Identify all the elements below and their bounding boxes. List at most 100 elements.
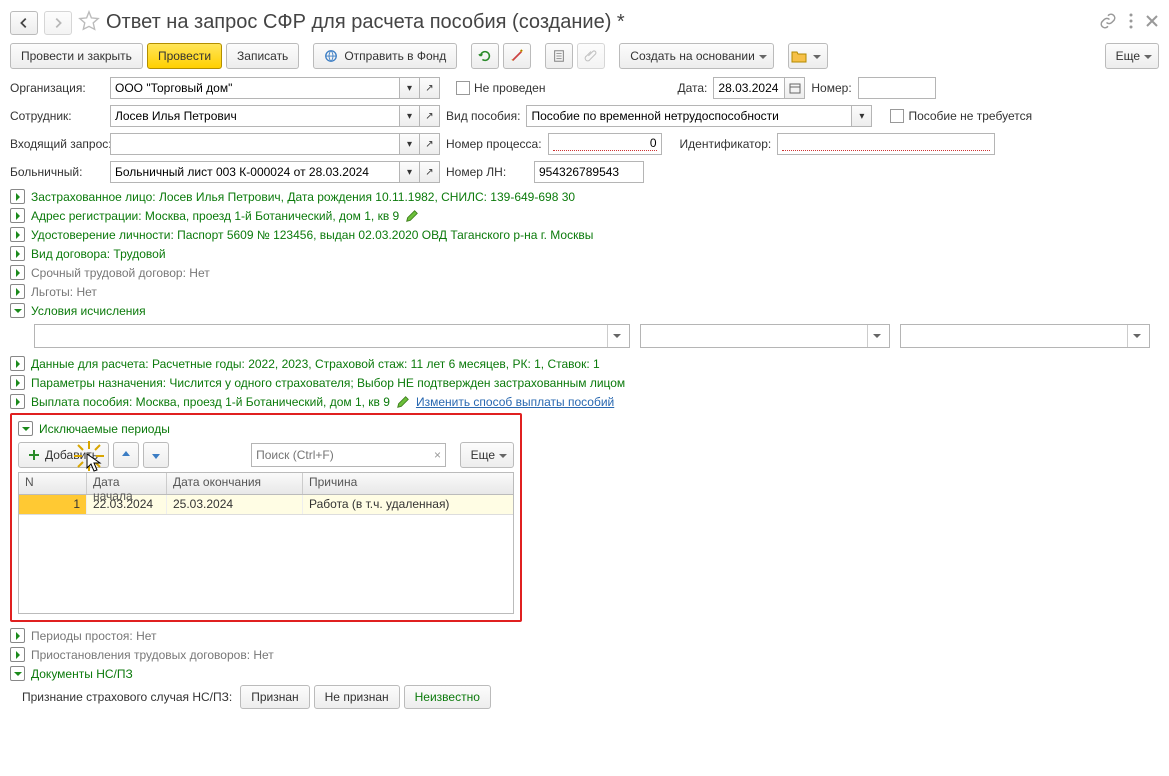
- number-label: Номер:: [811, 81, 851, 95]
- col-n[interactable]: N: [19, 473, 87, 494]
- section-address[interactable]: Адрес регистрации: Москва, проезд 1-й Бо…: [31, 209, 399, 223]
- number-input[interactable]: [858, 77, 936, 99]
- section-assignment[interactable]: Параметры назначения: Числится у одного …: [31, 376, 625, 390]
- not-posted-label: Не проведен: [474, 81, 545, 95]
- org-dropdown-icon[interactable]: ▾: [400, 77, 420, 99]
- clear-search-icon[interactable]: ×: [434, 448, 441, 462]
- sickleave-input[interactable]: [110, 161, 400, 183]
- favorite-star-icon[interactable]: [78, 10, 100, 35]
- section-toggle-iddoc[interactable]: [10, 227, 25, 242]
- globe-icon: [324, 49, 338, 63]
- incoming-request-open-icon[interactable]: ↗: [420, 133, 440, 155]
- section-toggle-payout[interactable]: [10, 394, 25, 409]
- employee-open-icon[interactable]: ↗: [420, 105, 440, 127]
- section-toggle-suspensions[interactable]: [10, 647, 25, 662]
- section-toggle-benefits[interactable]: [10, 284, 25, 299]
- section-toggle-assignment[interactable]: [10, 375, 25, 390]
- periods-search-input[interactable]: ×: [251, 443, 446, 467]
- incoming-request-dropdown-icon[interactable]: ▾: [400, 133, 420, 155]
- date-input[interactable]: [713, 77, 785, 99]
- benefit-not-required-checkbox[interactable]: [890, 109, 904, 123]
- col-reason[interactable]: Причина: [303, 473, 513, 494]
- section-toggle-fixedterm[interactable]: [10, 265, 25, 280]
- incoming-request-input[interactable]: [110, 133, 400, 155]
- calc-dropdown-3[interactable]: [900, 324, 1150, 348]
- nav-forward-button[interactable]: [44, 11, 72, 35]
- section-contract[interactable]: Вид договора: Трудовой: [31, 247, 166, 261]
- section-benefits[interactable]: Льготы: Нет: [31, 285, 97, 299]
- process-no-input[interactable]: [548, 133, 662, 155]
- section-payout[interactable]: Выплата пособия: Москва, проезд 1-й Бота…: [31, 395, 390, 409]
- sickleave-label: Больничный:: [10, 165, 104, 179]
- chevron-down-icon: [867, 325, 885, 347]
- sickleave-dropdown-icon[interactable]: ▾: [400, 161, 420, 183]
- section-toggle-contract[interactable]: [10, 246, 25, 261]
- date-calendar-icon[interactable]: [785, 77, 805, 99]
- section-toggle-idle[interactable]: [10, 628, 25, 643]
- cell-reason: Работа (в т.ч. удаленная): [303, 495, 513, 514]
- org-open-icon[interactable]: ↗: [420, 77, 440, 99]
- send-to-fund-button[interactable]: Отправить в Фонд: [313, 43, 457, 69]
- move-up-button[interactable]: [113, 442, 139, 468]
- chevron-down-icon: [1127, 325, 1145, 347]
- kebab-menu-icon[interactable]: [1129, 13, 1133, 32]
- calc-dropdown-2[interactable]: [640, 324, 890, 348]
- table-row[interactable]: 1 22.03.2024 25.03.2024 Работа (в т.ч. у…: [19, 495, 513, 515]
- attach-button[interactable]: [577, 43, 605, 69]
- section-insured[interactable]: Застрахованное лицо: Лосев Илья Петрович…: [31, 190, 575, 204]
- identifier-label: Идентификатор:: [680, 137, 772, 151]
- chevron-down-icon: [607, 325, 625, 347]
- ln-no-input[interactable]: [534, 161, 644, 183]
- section-iddoc[interactable]: Удостоверение личности: Паспорт 5609 № 1…: [31, 228, 593, 242]
- excluded-periods-panel: Исключаемые периоды Добавить × Еще N Дат…: [10, 413, 522, 622]
- section-toggle-insured[interactable]: [10, 189, 25, 204]
- post-and-close-button[interactable]: Провести и закрыть: [10, 43, 143, 69]
- not-recognized-button[interactable]: Не признан: [314, 685, 400, 709]
- section-calc-conditions[interactable]: Условия исчисления: [31, 304, 146, 318]
- close-icon[interactable]: [1145, 14, 1159, 31]
- benefit-type-dropdown-icon[interactable]: ▾: [852, 105, 872, 127]
- unknown-button[interactable]: Неизвестно: [404, 685, 491, 709]
- section-nspz[interactable]: Документы НС/ПЗ: [31, 667, 133, 681]
- section-suspensions[interactable]: Приостановления трудовых договоров: Нет: [31, 648, 274, 662]
- pencil-icon[interactable]: [405, 209, 419, 223]
- section-toggle-address[interactable]: [10, 208, 25, 223]
- org-input[interactable]: [110, 77, 400, 99]
- link-icon[interactable]: [1099, 12, 1117, 33]
- employee-input[interactable]: [110, 105, 400, 127]
- recognized-button[interactable]: Признан: [240, 685, 309, 709]
- move-down-button[interactable]: [143, 442, 169, 468]
- not-posted-checkbox[interactable]: [456, 81, 470, 95]
- col-start[interactable]: Дата начала: [87, 473, 167, 494]
- sickleave-open-icon[interactable]: ↗: [420, 161, 440, 183]
- section-calcdata[interactable]: Данные для расчета: Расчетные годы: 2022…: [31, 357, 600, 371]
- change-payout-link[interactable]: Изменить способ выплаты пособий: [416, 395, 614, 409]
- org-label: Организация:: [10, 81, 104, 95]
- employee-dropdown-icon[interactable]: ▾: [400, 105, 420, 127]
- pencil-icon[interactable]: [396, 395, 410, 409]
- calc-dropdown-1[interactable]: [34, 324, 630, 348]
- create-based-on-button[interactable]: Создать на основании: [619, 43, 774, 69]
- post-button[interactable]: Провести: [147, 43, 222, 69]
- ln-no-label: Номер ЛН:: [446, 165, 528, 179]
- print-button[interactable]: [545, 43, 573, 69]
- more-button[interactable]: Еще: [1105, 43, 1159, 69]
- section-toggle-nspz[interactable]: [10, 666, 25, 681]
- col-end[interactable]: Дата окончания: [167, 473, 303, 494]
- section-toggle-calc-conditions[interactable]: [10, 303, 25, 318]
- folder-dropdown-button[interactable]: [788, 43, 828, 69]
- nav-back-button[interactable]: [10, 11, 38, 35]
- wand-button[interactable]: [503, 43, 531, 69]
- benefit-type-input[interactable]: [526, 105, 852, 127]
- write-button[interactable]: Записать: [226, 43, 299, 69]
- periods-more-button[interactable]: Еще: [460, 442, 514, 468]
- arrow-down-icon: [150, 449, 162, 461]
- add-period-button[interactable]: Добавить: [18, 442, 109, 468]
- identifier-input[interactable]: [777, 133, 995, 155]
- refresh-button[interactable]: [471, 43, 499, 69]
- section-idle[interactable]: Периоды простоя: Нет: [31, 629, 157, 643]
- section-toggle-calcdata[interactable]: [10, 356, 25, 371]
- section-toggle-excluded[interactable]: [18, 421, 33, 436]
- section-fixedterm[interactable]: Срочный трудовой договор: Нет: [31, 266, 210, 280]
- document-icon: [552, 49, 566, 63]
